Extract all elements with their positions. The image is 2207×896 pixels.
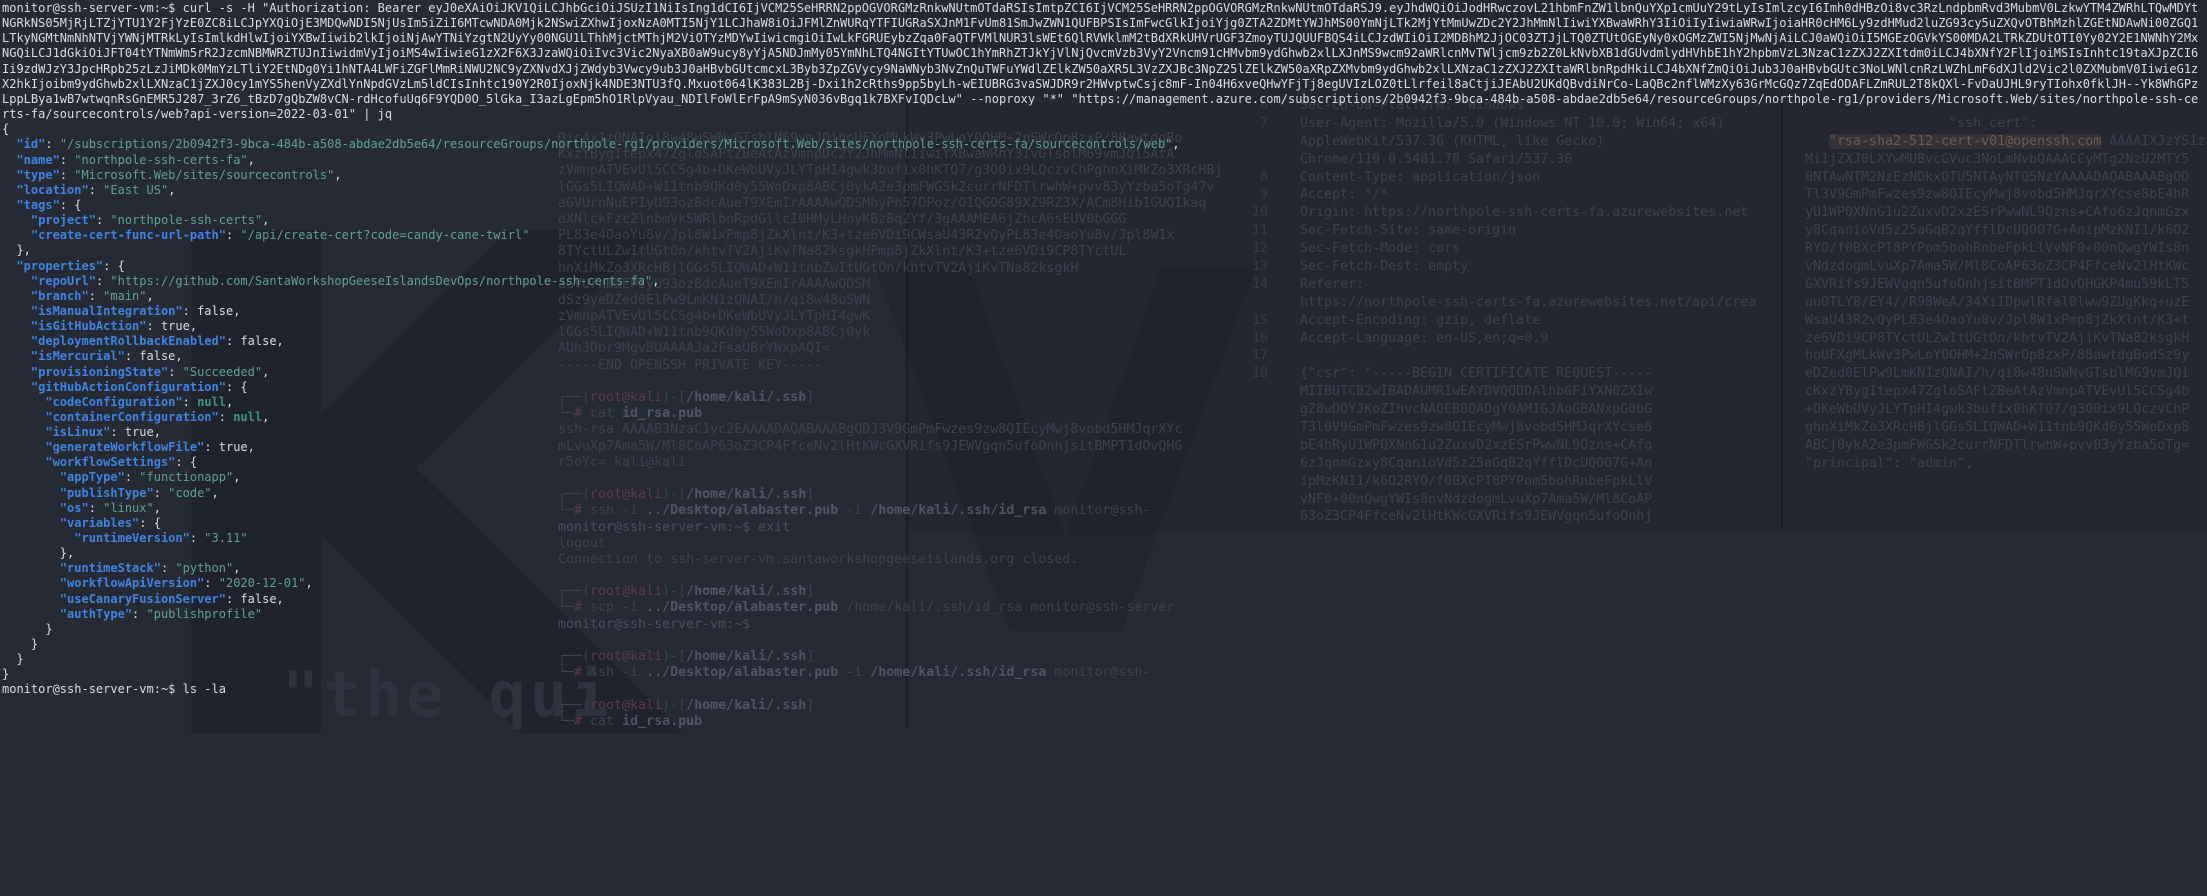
terminal-line: "workflowApiVersion": "2020-12-01", — [2, 576, 2205, 591]
terminal-line: "create-cert-func-url-path": "/api/creat… — [2, 228, 2205, 243]
terminal-line: ┌──(root@kali)-[/home/kali/.ssh] — [558, 698, 1222, 714]
terminal-line: "variables": { — [2, 516, 2205, 531]
terminal-line: } — [2, 652, 2205, 667]
terminal-command-curl: monitor@ssh-server-vm:~$ curl -s -H "Aut… — [2, 1, 2205, 122]
terminal-line: "properties": { — [2, 259, 2205, 274]
terminal-line: "useCanaryFusionServer": false, — [2, 592, 2205, 607]
terminal-line: "location": "East US", — [2, 183, 2205, 198]
terminal-line: "project": "northpole-ssh-certs", — [2, 213, 2205, 228]
terminal-line: "isLinux": true, — [2, 425, 2205, 440]
terminal-line: "publishType": "code", — [2, 486, 2205, 501]
terminal-line: "generateWorkflowFile": true, — [2, 440, 2205, 455]
terminal-line: "isManualIntegration": false, — [2, 304, 2205, 319]
terminal-line: "branch": "main", — [2, 289, 2205, 304]
terminal-line: "type": "Microsoft.Web/sites/sourcecontr… — [2, 168, 2205, 183]
terminal-line: "id": "/subscriptions/2b0942f3-9bca-484b… — [2, 137, 2205, 152]
terminal-line: "deploymentRollbackEnabled": false, — [2, 334, 2205, 349]
terminal-line: }, — [2, 546, 2205, 561]
terminal-line: } — [2, 622, 2205, 637]
terminal-line: "workflowSettings": { — [2, 455, 2205, 470]
terminal-line: "provisioningState": "Succeeded", — [2, 365, 2205, 380]
terminal-line: "isGitHubAction": true, — [2, 319, 2205, 334]
terminal-screen[interactable]: monitor@ssh-server-vm:~$ curl -s -H "Aut… — [2, 1, 2205, 698]
terminal-line: "authType": "publishprofile" — [2, 607, 2205, 622]
terminal-line: "gitHubActionConfiguration": { — [2, 380, 2205, 395]
terminal-line: "containerConfiguration": null, — [2, 410, 2205, 425]
terminal-line: "runtimeStack": "python", — [2, 561, 2205, 576]
terminal-json-output: { "id": "/subscriptions/2b0942f3-9bca-48… — [2, 122, 2205, 682]
terminal-line: } — [2, 637, 2205, 652]
terminal-line: "os": "linux", — [2, 501, 2205, 516]
desktop-screenshot: { "terminal": { "command": "monitor@ssh-… — [0, 0, 2207, 728]
terminal-line: "repoUrl": "https://github.com/SantaWork… — [2, 274, 2205, 289]
terminal-line: "codeConfiguration": null, — [2, 395, 2205, 410]
terminal-line: { — [2, 122, 2205, 137]
terminal-prompt-line: monitor@ssh-server-vm:~$ ls -la — [2, 682, 2205, 697]
terminal-line: "tags": { — [2, 198, 2205, 213]
terminal-line: }, — [2, 243, 2205, 258]
terminal-line: "runtimeVersion": "3.11" — [2, 531, 2205, 546]
terminal-line: "appType": "functionapp", — [2, 470, 2205, 485]
terminal-line: "isMercurial": false, — [2, 349, 2205, 364]
terminal-line: "name": "northpole-ssh-certs-fa", — [2, 153, 2205, 168]
terminal-line: } — [2, 667, 2205, 682]
